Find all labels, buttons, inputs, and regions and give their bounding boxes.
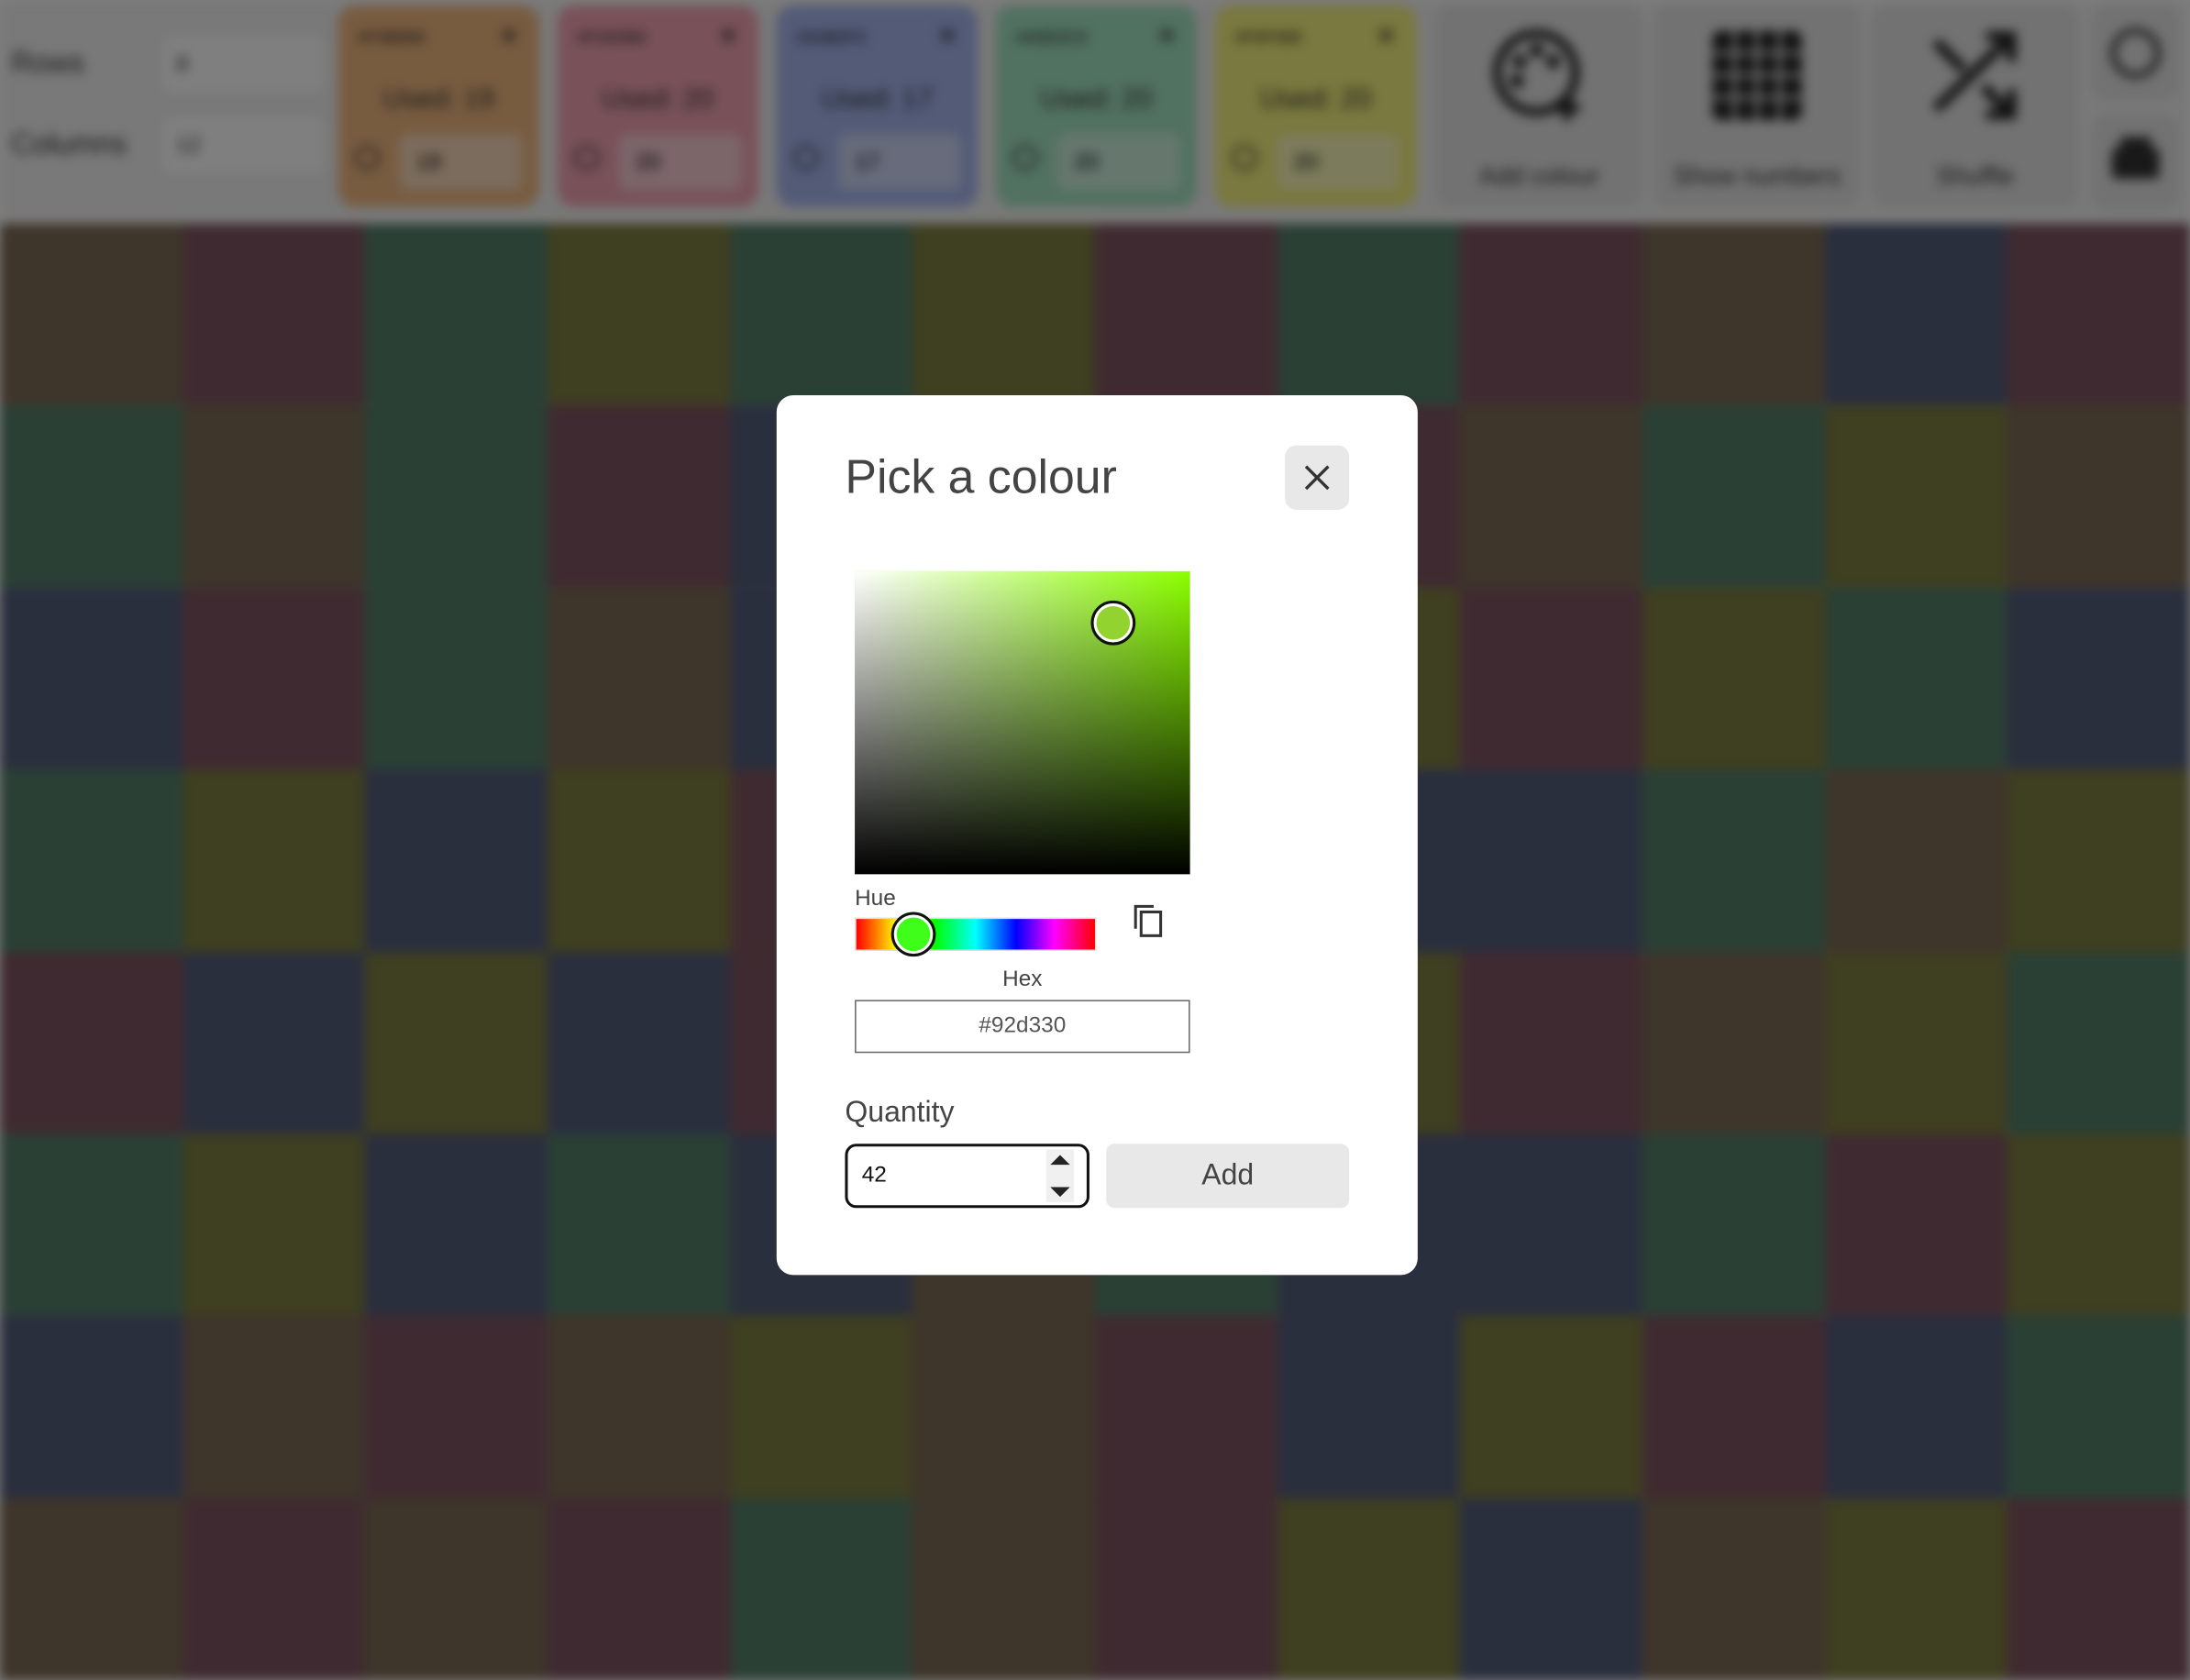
- quantity-stepper[interactable]: [845, 1144, 1089, 1209]
- quantity-label: Quantity: [845, 1096, 955, 1129]
- hue-slider-handle[interactable]: [890, 912, 935, 957]
- hex-label: Hex: [1002, 967, 1043, 992]
- hex-input[interactable]: [855, 1000, 1190, 1054]
- stepper-arrows-icon[interactable]: [1045, 1149, 1075, 1203]
- copy-icon: [1134, 904, 1163, 937]
- saturation-value-handle[interactable]: [1090, 600, 1136, 646]
- quantity-input[interactable]: [861, 1157, 1030, 1195]
- dialog-title: Pick a colour: [845, 450, 1117, 504]
- stage: Rows 8 Columns 12 #F0B880✕Used: 1919#F0A…: [0, 0, 2190, 1680]
- hue-label: Hue: [855, 887, 896, 911]
- pick-colour-dialog: Pick a colour Hue Hex Quantity: [776, 394, 1418, 1276]
- add-button[interactable]: Add: [1106, 1144, 1350, 1209]
- copy-hex-button[interactable]: [1129, 901, 1168, 940]
- close-icon: [1304, 465, 1330, 491]
- close-button[interactable]: [1285, 445, 1350, 510]
- saturation-value-picker[interactable]: [855, 570, 1190, 875]
